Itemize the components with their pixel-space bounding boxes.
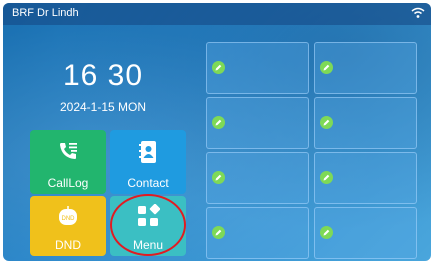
calllog-button[interactable]: CallLog xyxy=(30,130,106,194)
edit-pen-icon xyxy=(212,171,225,184)
wifi-icon xyxy=(411,7,425,18)
clock-time: 16 30 xyxy=(62,59,144,92)
edit-pen-icon xyxy=(212,116,225,129)
edit-pen-icon xyxy=(320,61,333,74)
dss-key[interactable] xyxy=(206,97,309,149)
status-bar: BRF Dr Lindh xyxy=(3,3,431,25)
dss-key[interactable] xyxy=(314,152,417,204)
phone-screen: BRF Dr Lindh 16 30 2024-1-15 MON CallLog… xyxy=(3,3,431,261)
edit-pen-icon xyxy=(212,61,225,74)
dss-key[interactable] xyxy=(314,97,417,149)
edit-pen-icon xyxy=(320,171,333,184)
dnd-icon: DND xyxy=(59,206,77,225)
dss-key[interactable] xyxy=(314,42,417,94)
contact-label: Contact xyxy=(127,176,169,190)
svg-text:DND: DND xyxy=(62,216,76,222)
dnd-button[interactable]: DND DND xyxy=(30,196,106,256)
contact-button[interactable]: Contact xyxy=(110,130,186,194)
dss-key[interactable] xyxy=(314,207,417,259)
call-log-icon xyxy=(60,143,77,159)
highlight-circle xyxy=(110,194,186,256)
edit-pen-icon xyxy=(320,226,333,239)
edit-pen-icon xyxy=(320,116,333,129)
edit-pen-icon xyxy=(212,226,225,239)
dss-key[interactable] xyxy=(206,42,309,94)
dss-key[interactable] xyxy=(206,207,309,259)
account-name: BRF Dr Lindh xyxy=(12,7,79,19)
clock-date: 2024-1-15 MON xyxy=(59,100,147,114)
dss-key[interactable] xyxy=(206,152,309,204)
dnd-label: DND xyxy=(55,238,81,252)
calllog-label: CallLog xyxy=(47,176,89,190)
contact-book-icon xyxy=(139,141,156,163)
